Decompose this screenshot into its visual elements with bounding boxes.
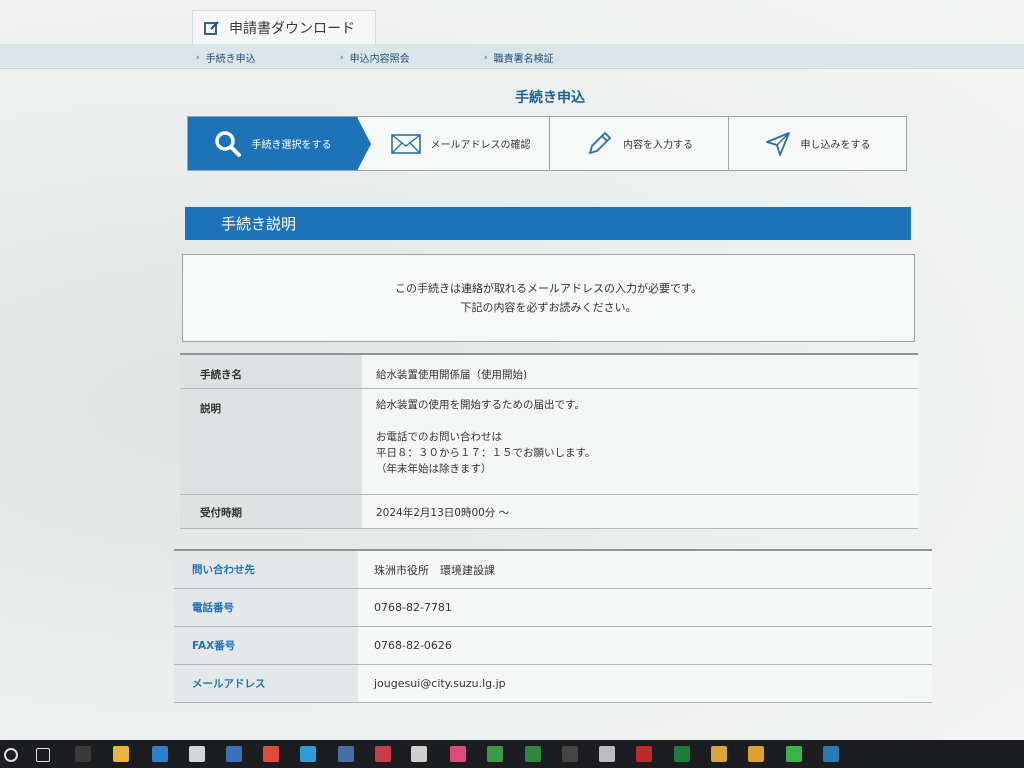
chrome-icon[interactable] xyxy=(748,746,764,762)
email-label: メールアドレス xyxy=(174,664,358,703)
description-line: お電話でのお問い合わせは xyxy=(376,430,502,443)
step-label: メールアドレスの確認 xyxy=(430,140,531,151)
windows-taskbar xyxy=(0,740,1024,768)
app-icon-12[interactable] xyxy=(562,746,578,762)
step-label: 内容を入力する xyxy=(623,140,693,151)
inquiry-label: 問い合わせ先 xyxy=(174,549,358,589)
fax-label: FAX番号 xyxy=(174,626,358,665)
table-row: 電話番号 0768-82-7781 xyxy=(174,588,932,627)
pencil-icon xyxy=(588,131,612,154)
search-icon[interactable] xyxy=(4,748,18,762)
description-value: 給水装置の使用を開始するための届出です。 お電話でのお問い合わせは 平日８：３０… xyxy=(362,387,918,495)
app-icon-7[interactable] xyxy=(375,746,391,762)
send-icon xyxy=(765,131,790,156)
inquiry-value: 珠洲市役所 環境建設課 xyxy=(358,549,932,589)
app-icon-3[interactable] xyxy=(189,746,205,762)
table-row: 問い合わせ先 珠洲市役所 環境建設課 xyxy=(174,549,932,589)
page-title: 手続き申込 xyxy=(515,90,585,106)
step-submit: 申し込みをする xyxy=(729,117,906,170)
app-icon-13[interactable] xyxy=(599,746,615,762)
task-view-icon[interactable] xyxy=(36,748,50,762)
reception-period-label: 受付時期 xyxy=(180,493,362,529)
subnav-item-inquiry[interactable]: › 申込内容照会 xyxy=(340,50,410,66)
chevron-right-icon: › xyxy=(484,52,488,63)
mail-icon xyxy=(390,133,421,154)
app-icon-6[interactable] xyxy=(338,746,354,762)
procedure-info-table: 手続き名 給水装置使用開係届（使用開始) 説明 給水装置の使用を開始するための届… xyxy=(180,353,918,529)
step-confirm-email: メールアドレスの確認 xyxy=(358,117,550,170)
step-label: 手続き選択をする xyxy=(251,140,332,151)
notice-line: この手続きは連絡が取れるメールアドレスの入力が必要です。 xyxy=(395,282,702,295)
section-title: 手続き説明 xyxy=(185,207,911,240)
fax-value: 0768-82-0626 xyxy=(358,626,932,665)
table-row: 説明 給水装置の使用を開始するための届出です。 お電話でのお問い合わせは 平日８… xyxy=(180,387,918,495)
procedure-name-label: 手続き名 xyxy=(180,353,362,389)
access-icon[interactable] xyxy=(636,746,652,762)
app-icon-2[interactable] xyxy=(152,746,168,762)
table-row: 手続き名 給水装置使用開係届（使用開始) xyxy=(180,353,918,389)
reception-period-value: 2024年2月13日0時00分 ～ xyxy=(362,493,918,529)
notice-line: 下記の内容を必ずお読みください。 xyxy=(460,301,637,314)
app-icon-10[interactable] xyxy=(487,746,503,762)
table-row: 受付時期 2024年2月13日0時00分 ～ xyxy=(180,493,918,529)
table-row: メールアドレス jougesui@city.suzu.lg.jp xyxy=(174,664,932,703)
download-tab-label: 申請書ダウンロード xyxy=(229,20,355,37)
description-label: 説明 xyxy=(180,387,362,495)
contact-table: 問い合わせ先 珠洲市役所 環境建設課 電話番号 0768-82-7781 FAX… xyxy=(174,549,932,703)
app-icon-8[interactable] xyxy=(411,746,427,762)
app-icon-9[interactable] xyxy=(450,746,466,762)
description-line: 給水装置の使用を開始するための届出です。 xyxy=(376,398,585,411)
notice-box: この手続きは連絡が取れるメールアドレスの入力が必要です。 下記の内容を必ずお読み… xyxy=(182,254,915,342)
phone-label: 電話番号 xyxy=(174,588,358,627)
description-line xyxy=(376,413,918,429)
subnav-item-apply[interactable]: › 手続き申込 xyxy=(196,50,256,66)
step-label: 申し込みをする xyxy=(800,140,871,151)
description-line: （年末年始は除きます） xyxy=(376,462,492,475)
step-select-procedure: 手続き選択をする xyxy=(188,117,371,171)
app-icon-4[interactable] xyxy=(226,746,242,762)
subnav-label: 申込内容照会 xyxy=(349,54,410,65)
edit-icon xyxy=(204,20,219,35)
procedure-name-value: 給水装置使用開係届（使用開始) xyxy=(362,353,918,389)
subnav-label: 手続き申込 xyxy=(205,54,256,65)
app-icon-11[interactable] xyxy=(525,746,541,762)
app-icon-15[interactable] xyxy=(823,746,839,762)
line-icon[interactable] xyxy=(786,746,802,762)
sub-navigation: › 手続き申込 › 申込内容照会 › 職責署名検証 xyxy=(0,44,1024,69)
progress-stepper: 手続き選択をする メールアドレスの確認 内容を入力する 申し込みをする xyxy=(187,116,907,171)
section-title-text: 手続き説明 xyxy=(221,215,297,233)
app-icon-1[interactable] xyxy=(75,746,91,762)
email-value: jougesui@city.suzu.lg.jp xyxy=(358,664,932,703)
chevron-right-icon: › xyxy=(340,52,344,63)
excel-icon[interactable] xyxy=(674,746,690,762)
app-icon-5[interactable] xyxy=(300,746,316,762)
explorer-icon[interactable] xyxy=(113,746,129,762)
step-input-content: 内容を入力する xyxy=(550,117,729,170)
app-icon-14[interactable] xyxy=(711,746,727,762)
table-row: FAX番号 0768-82-0626 xyxy=(174,626,932,665)
download-tab[interactable]: 申請書ダウンロード xyxy=(192,10,376,44)
chevron-right-icon: › xyxy=(196,52,200,63)
phone-value: 0768-82-7781 xyxy=(358,588,932,627)
subnav-label: 職責署名検証 xyxy=(493,54,554,65)
description-line: 平日８：３０から１７：１５でお願いします。 xyxy=(376,446,596,459)
subnav-item-signature[interactable]: › 職責署名検証 xyxy=(484,50,554,66)
search-icon xyxy=(214,130,241,157)
acrobat-icon[interactable] xyxy=(263,746,279,762)
